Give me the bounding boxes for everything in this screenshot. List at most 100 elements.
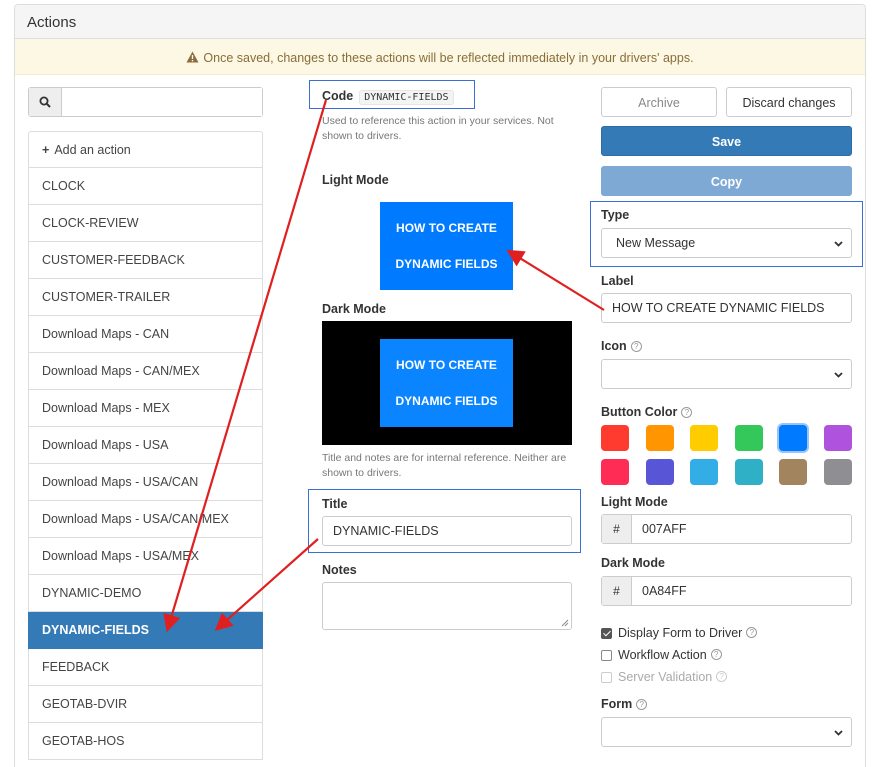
list-item[interactable]: CLOCK bbox=[28, 168, 263, 205]
color-swatch[interactable] bbox=[645, 459, 674, 485]
list-item[interactable]: Download Maps - USA/MEX bbox=[28, 538, 263, 575]
dark-mode-hex-field[interactable]: # 0A84FF bbox=[601, 576, 852, 606]
list-item[interactable]: CLOCK-REVIEW bbox=[28, 205, 263, 242]
title-label: Title bbox=[322, 497, 348, 511]
form-label: Form bbox=[601, 697, 633, 711]
chevron-down-icon bbox=[834, 730, 843, 736]
type-label: Type bbox=[601, 208, 630, 222]
discard-changes-button[interactable]: Discard changes bbox=[726, 87, 852, 117]
type-select-value: New Message bbox=[616, 236, 696, 250]
list-item[interactable]: Download Maps - CAN bbox=[28, 316, 263, 353]
warning-icon bbox=[186, 51, 199, 63]
help-icon[interactable]: ? bbox=[746, 626, 758, 638]
color-swatch[interactable] bbox=[601, 425, 629, 451]
notes-help-line-1: Title and notes are for internal referen… bbox=[322, 452, 567, 464]
list-item[interactable]: GEOTAB-HOS bbox=[28, 723, 263, 760]
dark-preview-line-1: HOW TO CREATE bbox=[396, 358, 497, 372]
color-swatch[interactable] bbox=[779, 425, 807, 451]
icon-label-row: Icon? bbox=[601, 339, 642, 353]
resize-handle-icon[interactable] bbox=[561, 619, 569, 627]
color-swatch[interactable] bbox=[779, 459, 807, 485]
notes-help-line-2: shown to drivers. bbox=[322, 467, 402, 479]
color-swatch[interactable] bbox=[645, 425, 674, 451]
form-label-row: Form? bbox=[601, 697, 648, 711]
light-mode-hex-field[interactable]: # 007AFF bbox=[601, 514, 852, 544]
plus-icon: + bbox=[42, 143, 50, 157]
light-mode-preview-button: HOW TO CREATE DYNAMIC FIELDS bbox=[380, 202, 513, 290]
help-icon[interactable]: ? bbox=[636, 699, 648, 710]
notes-help: Title and notes are for internal referen… bbox=[322, 451, 566, 481]
help-icon[interactable]: ? bbox=[716, 670, 728, 682]
list-item[interactable]: GEOTAB-DVIR bbox=[28, 686, 263, 723]
light-mode-color-label: Light Mode bbox=[601, 495, 668, 509]
list-item[interactable]: Download Maps - USA/CAN bbox=[28, 464, 263, 501]
icon-select[interactable] bbox=[601, 359, 852, 389]
server-validation-checkbox-row: Server Validation? bbox=[601, 670, 728, 684]
hash-addon: # bbox=[602, 515, 632, 543]
code-label: Code bbox=[322, 89, 354, 103]
list-item[interactable]: CUSTOMER-TRAILER bbox=[28, 279, 263, 316]
list-item[interactable]: DYNAMIC-DEMO bbox=[28, 575, 263, 612]
code-value: DYNAMIC-FIELDS bbox=[359, 90, 454, 105]
color-swatch[interactable] bbox=[823, 425, 852, 451]
color-swatch[interactable] bbox=[690, 425, 718, 451]
list-item[interactable]: Download Maps - USA bbox=[28, 427, 263, 464]
icon-label: Icon bbox=[601, 339, 627, 353]
title-input[interactable]: DYNAMIC-FIELDS bbox=[322, 516, 572, 546]
display-form-checkbox[interactable] bbox=[601, 627, 612, 639]
display-form-label: Display Form to Driver bbox=[618, 626, 743, 640]
action-search[interactable] bbox=[28, 87, 263, 117]
search-input[interactable] bbox=[62, 88, 262, 116]
preview-line-2: DYNAMIC FIELDS bbox=[395, 257, 498, 271]
color-swatch[interactable] bbox=[823, 459, 852, 485]
light-mode-hex-input[interactable]: 007AFF bbox=[632, 515, 851, 543]
button-color-label-row: Button Color? bbox=[601, 405, 693, 419]
list-item[interactable]: Download Maps - USA/CAN/MEX bbox=[28, 501, 263, 538]
server-validation-label: Server Validation bbox=[618, 670, 713, 684]
light-mode-preview-label: Light Mode bbox=[322, 173, 389, 187]
dark-mode-preview-button: HOW TO CREATE DYNAMIC FIELDS bbox=[380, 339, 513, 427]
button-color-label: Button Color bbox=[601, 405, 678, 419]
label-input[interactable]: HOW TO CREATE DYNAMIC FIELDS bbox=[601, 293, 852, 323]
code-help-line-2: shown to drivers. bbox=[322, 130, 402, 142]
list-item[interactable]: DYNAMIC-FIELDS bbox=[28, 612, 263, 649]
list-item[interactable]: Download Maps - CAN/MEX bbox=[28, 353, 263, 390]
save-warning-alert: Once saved, changes to these actions wil… bbox=[15, 39, 865, 75]
archive-button[interactable]: Archive bbox=[601, 87, 717, 117]
workflow-checkbox[interactable] bbox=[601, 649, 612, 661]
color-swatch[interactable] bbox=[734, 425, 763, 451]
dark-mode-hex-input[interactable]: 0A84FF bbox=[632, 577, 851, 605]
workflow-label: Workflow Action bbox=[618, 648, 707, 662]
dark-preview-line-2: DYNAMIC FIELDS bbox=[395, 394, 498, 408]
alert-text: Once saved, changes to these actions wil… bbox=[203, 51, 694, 65]
type-select[interactable]: New Message bbox=[601, 228, 852, 258]
color-swatch[interactable] bbox=[601, 459, 629, 485]
list-item[interactable]: CUSTOMER-FEEDBACK bbox=[28, 242, 263, 279]
label-field-label: Label bbox=[601, 274, 634, 288]
notes-textarea[interactable] bbox=[322, 582, 572, 630]
add-action-label: Add an action bbox=[54, 143, 131, 157]
chevron-down-icon bbox=[834, 241, 843, 247]
chevron-down-icon bbox=[834, 372, 843, 378]
code-help-line-1: Used to reference this action in your se… bbox=[322, 115, 554, 127]
color-swatch[interactable] bbox=[690, 459, 718, 485]
form-select[interactable] bbox=[601, 717, 852, 747]
hash-addon: # bbox=[602, 577, 632, 605]
color-swatch[interactable] bbox=[734, 459, 763, 485]
add-action-button[interactable]: + Add an action bbox=[28, 131, 263, 168]
help-icon[interactable]: ? bbox=[681, 407, 693, 418]
save-button[interactable]: Save bbox=[601, 126, 852, 156]
code-help: Used to reference this action in your se… bbox=[322, 114, 554, 144]
list-item[interactable]: FEEDBACK bbox=[28, 649, 263, 686]
copy-button[interactable]: Copy bbox=[601, 166, 852, 196]
dark-mode-preview-label: Dark Mode bbox=[322, 302, 386, 316]
panel-title: Actions bbox=[15, 5, 865, 39]
display-form-checkbox-row[interactable]: Display Form to Driver? bbox=[601, 626, 758, 640]
help-icon[interactable]: ? bbox=[710, 648, 722, 660]
dark-mode-color-label: Dark Mode bbox=[601, 556, 665, 570]
list-item[interactable]: Download Maps - MEX bbox=[28, 390, 263, 427]
help-icon[interactable]: ? bbox=[630, 341, 642, 352]
code-label-row: Code DYNAMIC-FIELDS bbox=[322, 89, 454, 105]
notes-label: Notes bbox=[322, 563, 357, 577]
workflow-checkbox-row[interactable]: Workflow Action? bbox=[601, 648, 722, 662]
